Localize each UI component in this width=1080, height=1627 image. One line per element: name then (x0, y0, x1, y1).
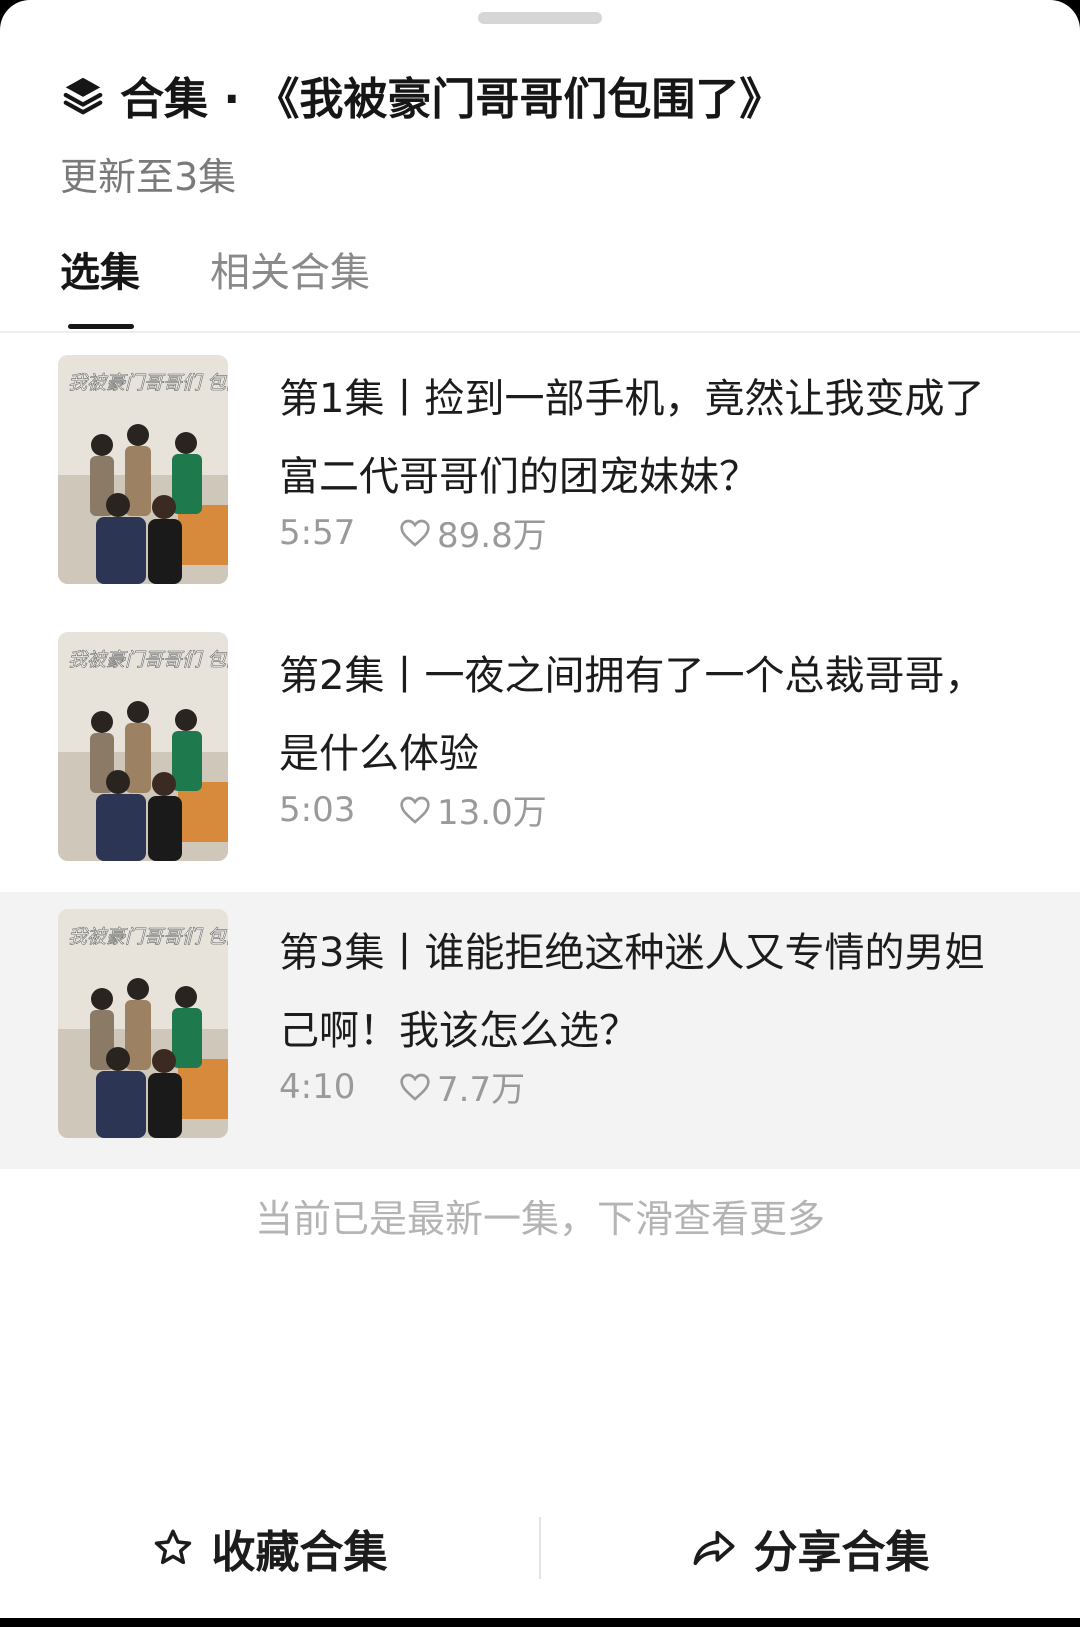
stack-layers-icon (63, 77, 103, 115)
episode-title: 第2集丨一夜之间拥有了一个总裁哥哥，是什么体验 (279, 653, 985, 777)
collect-collection-button[interactable]: 收藏合集 (0, 1516, 539, 1580)
collect-label: 收藏合集 (211, 1527, 388, 1578)
tab-bar: 选集 相关合集 (60, 240, 440, 298)
poster-title: 我被豪门哥哥们 包围了 (68, 372, 228, 394)
episode-thumbnail: 我被豪门哥哥们 包围了 (58, 355, 228, 584)
tab-episodes[interactable]: 选集 (60, 240, 140, 298)
episode-item-2[interactable]: 我被豪门哥哥们 包围了 第2集丨一夜之间拥有了一个总裁哥哥，是什么体验 5:03… (0, 615, 1080, 892)
episode-item-3[interactable]: 我被豪门哥哥们 包围了 第3集丨谁能拒绝这种迷人又专情的男妲己啊！我该怎么选？ … (0, 892, 1080, 1169)
episode-list: 我被豪门哥哥们 包围了 第1集丨捡到一部手机，竟然让我变成了富二代哥哥们的团宠妹… (0, 338, 1080, 1169)
star-outline-icon (154, 1529, 191, 1565)
end-of-list-note: 当前已是最新一集，下滑查看更多 (254, 1197, 825, 1241)
episode-meta: 5:03 13.0万 (279, 785, 547, 834)
episode-likes: 13.0万 (437, 793, 547, 833)
episode-duration: 4:10 (279, 1066, 356, 1107)
collection-title: 合集 · 《我被豪门哥哥们包围了》 (120, 74, 784, 125)
share-label: 分享合集 (753, 1527, 930, 1578)
poster-title: 我被豪门哥哥们 包围了 (68, 649, 228, 671)
heart-outline-icon (400, 1073, 430, 1101)
bottom-action-bar: 收藏合集 分享合集 (0, 1508, 1080, 1588)
episode-duration: 5:57 (279, 512, 356, 553)
episode-duration: 5:03 (279, 789, 356, 830)
poster-title: 我被豪门哥哥们 包围了 (68, 926, 228, 948)
episode-meta: 4:10 7.7万 (279, 1062, 525, 1111)
heart-outline-icon (400, 796, 430, 824)
episode-title: 第1集丨捡到一部手机，竟然让我变成了富二代哥哥们的团宠妹妹？ (279, 376, 985, 500)
episode-thumbnail: 我被豪门哥哥们 包围了 (58, 632, 228, 861)
episode-likes: 7.7万 (437, 1070, 526, 1110)
collection-sheet: 合集 · 《我被豪门哥哥们包围了》 更新至3集 选集 相关合集 我被豪门哥哥们 … (0, 0, 1080, 1618)
poster-image: 我被豪门哥哥们 包围了 (58, 355, 228, 584)
heart-outline-icon (400, 519, 430, 547)
update-status: 更新至3集 (60, 155, 237, 199)
collection-header: 合集 · 《我被豪门哥哥们包围了》 (60, 62, 783, 128)
poster-image: 我被豪门哥哥们 包围了 (58, 632, 228, 861)
active-tab-indicator (68, 324, 134, 329)
episode-thumbnail: 我被豪门哥哥们 包围了 (58, 909, 228, 1138)
tab-related-collections[interactable]: 相关合集 (210, 240, 370, 298)
poster-image: 我被豪门哥哥们 包围了 (58, 909, 228, 1138)
drag-handle[interactable] (478, 12, 602, 24)
episode-likes: 89.8万 (437, 516, 547, 556)
share-collection-button[interactable]: 分享合集 (541, 1516, 1080, 1580)
tab-divider (0, 331, 1080, 333)
episode-item-1[interactable]: 我被豪门哥哥们 包围了 第1集丨捡到一部手机，竟然让我变成了富二代哥哥们的团宠妹… (0, 338, 1080, 615)
episode-title: 第3集丨谁能拒绝这种迷人又专情的男妲己啊！我该怎么选？ (279, 930, 985, 1054)
episode-meta: 5:57 89.8万 (279, 508, 547, 557)
share-arrow-icon (693, 1530, 734, 1566)
